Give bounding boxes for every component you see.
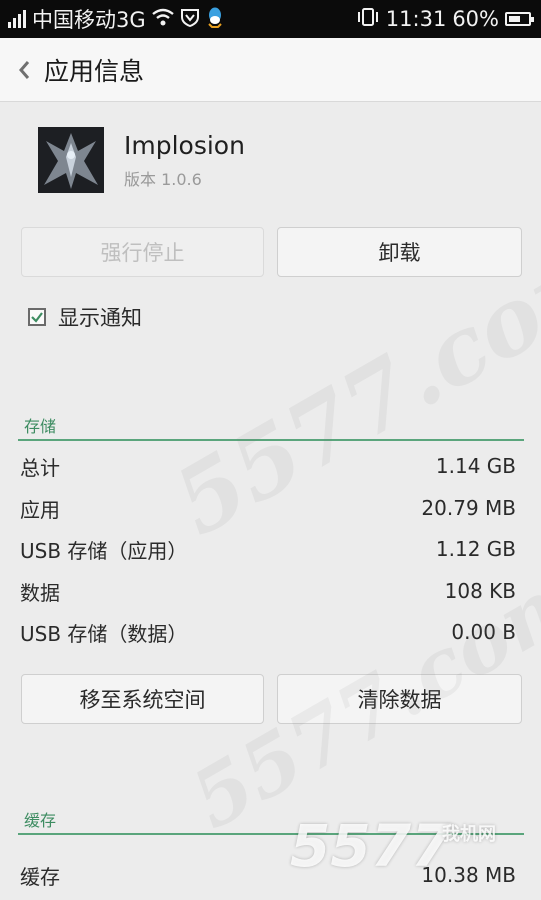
storage-row-total: 总计 1.14 GB (20, 446, 516, 486)
row-label: USB 存储（数据） (20, 621, 188, 646)
row-value: 108 KB (444, 579, 516, 603)
title-bar: 应用信息 (0, 38, 541, 102)
storage-row-app: 应用 20.79 MB (20, 488, 516, 528)
row-value: 0.00 B (451, 620, 516, 644)
force-stop-button[interactable]: 强行停止 (21, 227, 264, 277)
row-label: 缓存 (20, 864, 60, 889)
vibrate-icon (356, 7, 380, 32)
back-arrow-icon[interactable] (6, 38, 42, 102)
time-label: 11:31 (385, 7, 447, 31)
row-value: 1.12 GB (435, 537, 516, 561)
watermark-logo-number: 5577 (290, 812, 452, 880)
row-label: USB 存储（应用） (20, 538, 188, 563)
notification-checkbox[interactable] (28, 308, 46, 326)
shield-icon (180, 7, 200, 32)
storage-section-header: 存储 (18, 413, 524, 441)
app-icon (38, 127, 104, 193)
battery-icon (505, 12, 534, 26)
signal-icon (8, 10, 26, 28)
watermark-logo: 5577 我机网 (290, 812, 530, 892)
clear-data-button[interactable]: 清除数据 (277, 674, 522, 724)
wifi-icon (151, 7, 174, 31)
storage-row-usb-app: USB 存储（应用） 1.12 GB (20, 529, 516, 569)
row-value: 20.79 MB (421, 496, 516, 520)
carrier-label: 中国移动3G (32, 8, 146, 32)
uninstall-button[interactable]: 卸载 (277, 227, 522, 277)
app-version: 版本 1.0.6 (124, 170, 202, 189)
app-header: Implosion 版本 1.0.6 (38, 127, 245, 193)
row-label: 应用 (20, 497, 60, 522)
cache-section-title: 缓存 (24, 811, 57, 830)
page-title: 应用信息 (44, 56, 145, 86)
show-notification-row[interactable]: 显示通知 (28, 302, 142, 332)
row-label: 总计 (20, 455, 60, 480)
storage-row-data: 数据 108 KB (20, 571, 516, 611)
storage-row-usb-data: USB 存储（数据） 0.00 B (20, 612, 516, 652)
battery-percent: 60% (452, 7, 499, 31)
notification-label: 显示通知 (58, 306, 142, 330)
app-name: Implosion (124, 131, 245, 160)
row-value: 1.14 GB (435, 454, 516, 478)
row-label: 数据 (20, 580, 60, 605)
watermark-logo-sub: 我机网 (442, 824, 496, 845)
move-to-system-button[interactable]: 移至系统空间 (21, 674, 264, 724)
status-bar: 中国移动3G 11:31 60% (0, 0, 541, 38)
status-left: 中国移动3G (8, 4, 224, 34)
status-right: 11:31 60% (356, 7, 534, 32)
qq-icon (206, 6, 224, 33)
storage-section-title: 存储 (24, 417, 57, 436)
